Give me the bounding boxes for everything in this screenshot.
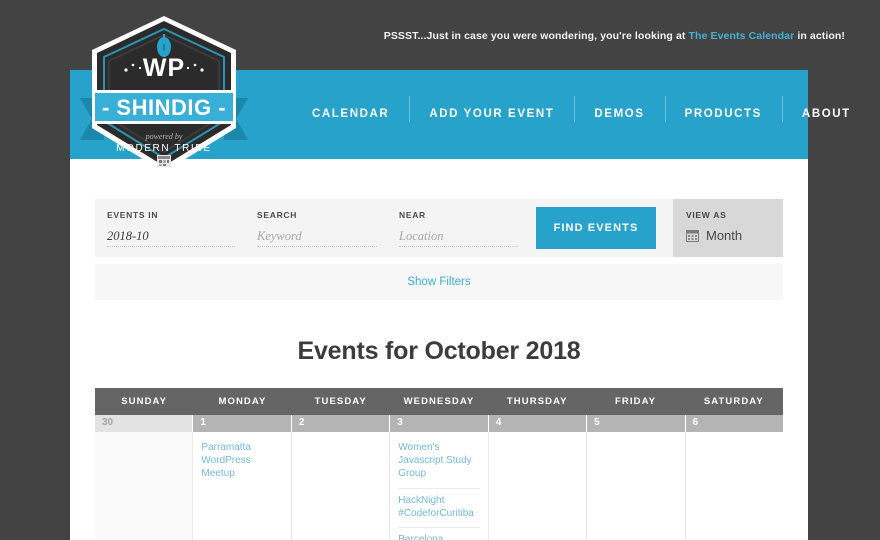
svg-text:WP: WP: [143, 54, 185, 82]
events-in-value: 2018-10: [107, 229, 149, 243]
events-in-underline: [107, 246, 235, 247]
day-number-3[interactable]: 3: [390, 415, 489, 432]
svg-text:- SHINDIG -: - SHINDIG -: [102, 95, 226, 120]
calendar-day-numbers: 30 1 2 3 4 5 6: [95, 415, 783, 432]
view-as-label: VIEW AS: [686, 210, 727, 220]
day-cell-5[interactable]: [587, 432, 686, 540]
nav-item-about[interactable]: ABOUT: [781, 96, 871, 122]
promo-prefix: PSSST...Just in case you were wondering,…: [383, 30, 689, 42]
day-header-wednesday: WEDNESDAY: [403, 396, 475, 407]
near-placeholder: Location: [399, 229, 444, 243]
day-cell-3[interactable]: Women's Javascript Study Group HackNight…: [390, 432, 489, 540]
svg-text:MODERN TRIBE: MODERN TRIBE: [116, 143, 212, 154]
near-underline: [399, 246, 517, 247]
nav-item-products[interactable]: PRODUCTS: [664, 96, 782, 122]
day-header-friday: FRIDAY: [615, 396, 657, 407]
calendar-icon: [686, 230, 699, 242]
view-as-selector[interactable]: VIEW AS Month: [673, 199, 783, 257]
search-label: SEARCH: [257, 210, 298, 220]
day-number-30[interactable]: 30: [95, 415, 194, 432]
day-cell-6[interactable]: [685, 432, 783, 540]
day-cell-1[interactable]: Parramatta WordPress Meetup: [193, 432, 292, 540]
svg-text:powered by: powered by: [145, 132, 183, 141]
search-field[interactable]: SEARCH Keyword: [245, 199, 387, 257]
day-header-tuesday: TUESDAY: [314, 396, 367, 407]
day-number-4[interactable]: 4: [488, 415, 588, 432]
nav-item-add-your-event[interactable]: ADD YOUR EVENT: [409, 96, 574, 122]
day-cell-2[interactable]: [291, 432, 391, 540]
day-number-6[interactable]: 6: [685, 415, 783, 432]
near-field[interactable]: NEAR Location: [387, 199, 527, 257]
event-link[interactable]: Women's Javascript Study Group: [398, 436, 479, 488]
the-events-calendar-link[interactable]: The Events Calendar: [689, 30, 795, 42]
nav-list: CALENDAR ADD YOUR EVENT DEMOS PRODUCTS A…: [292, 70, 871, 159]
show-filters-link[interactable]: Show Filters: [407, 276, 470, 288]
calendar-day-headers: SUNDAY MONDAY TUESDAY WEDNESDAY THURSDAY…: [95, 388, 783, 415]
event-link[interactable]: HackNight #CodeforCuritiba: [398, 487, 480, 527]
event-link[interactable]: Barcelona WordPress: [398, 526, 480, 540]
calendar-week-row: Parramatta WordPress Meetup Women's Java…: [95, 432, 783, 540]
near-label: NEAR: [399, 210, 426, 220]
event-link[interactable]: Parramatta WordPress Meetup: [201, 436, 282, 488]
nav-item-calendar[interactable]: CALENDAR: [292, 108, 409, 121]
day-header-sunday: SUNDAY: [121, 396, 168, 407]
wp-shindig-logo[interactable]: WP - SHINDIG - powered by MODERN TRIBE: [78, 14, 250, 174]
month-calendar: SUNDAY MONDAY TUESDAY WEDNESDAY THURSDAY…: [95, 388, 783, 540]
page-title: Events for October 2018: [297, 337, 581, 365]
day-number-2[interactable]: 2: [291, 415, 391, 432]
day-number-5[interactable]: 5: [587, 415, 686, 432]
events-in-label: EVENTS IN: [107, 210, 159, 220]
day-header-saturday: SATURDAY: [703, 396, 764, 407]
search-placeholder: Keyword: [257, 229, 302, 243]
nav-item-demos[interactable]: DEMOS: [574, 96, 664, 122]
show-filters-row: Show Filters: [95, 264, 783, 300]
day-number-1[interactable]: 1: [193, 415, 292, 432]
page-content: EVENTS IN 2018-10 SEARCH Keyword NEAR Lo…: [70, 159, 808, 540]
modern-tribe-mark: [157, 155, 171, 167]
day-header-monday: MONDAY: [218, 396, 267, 407]
view-as-value: Month: [706, 228, 743, 243]
view-as-row: Month: [686, 228, 783, 243]
day-cell-30[interactable]: [95, 432, 194, 540]
events-in-field[interactable]: EVENTS IN 2018-10: [95, 199, 245, 257]
day-header-thursday: THURSDAY: [506, 396, 568, 407]
search-underline: [257, 246, 377, 247]
promo-suffix: in action!: [794, 30, 845, 42]
find-events-button[interactable]: FIND EVENTS: [536, 207, 656, 249]
event-filter-bar: EVENTS IN 2018-10 SEARCH Keyword NEAR Lo…: [95, 199, 783, 257]
day-cell-4[interactable]: [488, 432, 588, 540]
